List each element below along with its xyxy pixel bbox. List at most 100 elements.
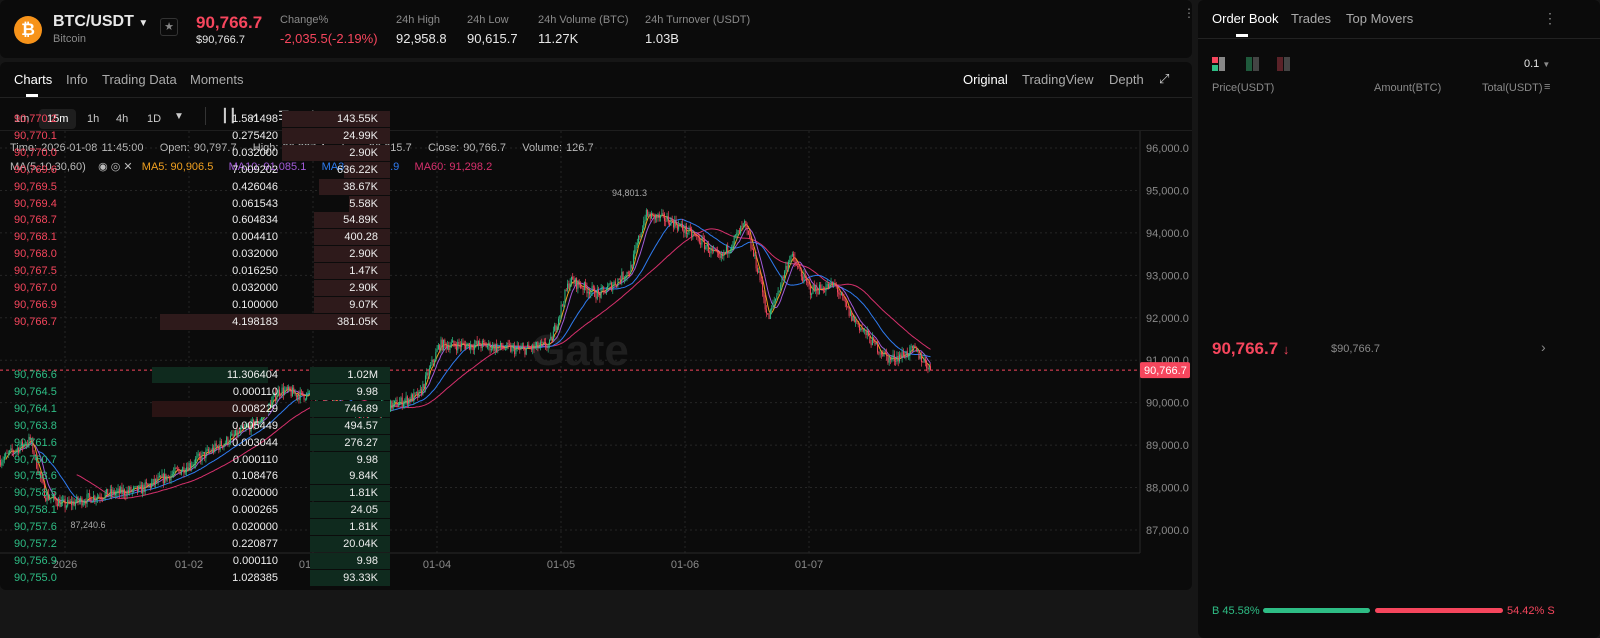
ask-row[interactable]: 90,770.2 1.581498 143.55K <box>12 111 390 127</box>
candle <box>919 356 921 359</box>
candle <box>610 282 612 291</box>
bid-row[interactable]: 90,757.2 0.220877 20.04K <box>12 536 390 552</box>
stat-value: 11.27K <box>538 31 579 46</box>
candle <box>443 339 445 351</box>
bid-row[interactable]: 90,755.0 1.028385 93.33K <box>12 569 390 586</box>
candle <box>410 394 412 402</box>
view-depth[interactable]: Depth <box>1109 72 1144 87</box>
candle <box>523 346 525 348</box>
tab-moments[interactable]: Moments <box>190 72 243 87</box>
candle <box>830 281 832 284</box>
col-amount: Amount(BTC) <box>1374 82 1442 94</box>
bid-row[interactable]: 90,761.6 0.003044 276.27 <box>12 434 390 451</box>
last-price-usd: $90,766.7 <box>196 34 245 46</box>
candle <box>474 344 476 350</box>
buy-ratio-fill <box>1263 608 1370 613</box>
candle <box>448 345 450 351</box>
total: 276.27 <box>344 436 378 449</box>
ask-row[interactable]: 90,767.0 0.032000 2.90K <box>12 280 390 296</box>
candle <box>789 260 791 262</box>
candle <box>582 287 584 291</box>
bids-view-icon[interactable] <box>1246 57 1260 71</box>
price: 90,770.2 <box>14 113 57 125</box>
candle <box>583 282 585 291</box>
bid-row[interactable]: 90,758.5 0.020000 1.81K <box>12 485 390 502</box>
asks-view-icon[interactable] <box>1277 57 1291 71</box>
bid-row[interactable]: 90,763.8 0.005449 494.57 <box>12 417 390 434</box>
candle <box>419 389 421 391</box>
bid-row[interactable]: 90,764.5 0.000110 9.98 <box>12 383 390 400</box>
buy-ratio: B 45.58% <box>1212 605 1260 617</box>
ask-row[interactable]: 90,769.5 0.426046 38.67K <box>12 178 390 195</box>
stat-value: 1.03B <box>645 31 679 46</box>
stat-value: 92,958.8 <box>396 31 447 46</box>
drag-handle-icon[interactable]: ⋮ <box>1183 6 1195 20</box>
more-icon[interactable]: ⋮ <box>1543 10 1557 27</box>
ask-row[interactable]: 90,768.1 0.004410 400.28 <box>12 229 390 246</box>
sort-toggle-icon[interactable]: ≡ <box>1544 81 1550 93</box>
tab-top-movers[interactable]: Top Movers <box>1346 11 1413 26</box>
candle <box>625 276 627 278</box>
ask-row[interactable]: 90,768.0 0.032000 2.90K <box>12 246 390 263</box>
tab-order-book[interactable]: Order Book <box>1212 11 1278 26</box>
candle <box>497 346 499 351</box>
candle <box>753 249 755 257</box>
chevron-right-icon[interactable]: › <box>1541 339 1546 355</box>
bid-row[interactable]: 90,766.6 11.306404 1.02M <box>12 367 390 383</box>
candle <box>627 272 629 274</box>
candle <box>537 342 539 349</box>
tab-trades[interactable]: Trades <box>1291 11 1331 26</box>
candle <box>911 346 913 349</box>
ask-row[interactable]: 90,770.0 0.032000 2.90K <box>12 144 390 161</box>
ask-row[interactable]: 90,769.4 0.061543 5.58K <box>12 195 390 212</box>
favorite-star-icon[interactable]: ★ <box>160 18 178 36</box>
ask-row[interactable]: 90,766.7 4.198183 381.05K <box>12 313 390 330</box>
tab-charts[interactable]: Charts <box>14 72 52 87</box>
candle <box>715 250 717 252</box>
candle <box>458 341 460 345</box>
ask-row[interactable]: 90,767.5 0.016250 1.47K <box>12 263 390 280</box>
candle <box>772 302 774 309</box>
candle <box>623 277 625 280</box>
bid-row[interactable]: 90,756.9 0.000110 9.98 <box>12 552 390 569</box>
ask-row[interactable]: 90,770.1 0.275420 24.99K <box>12 127 390 144</box>
bid-row[interactable]: 90,758.6 0.108476 9.84K <box>12 468 390 485</box>
candle <box>435 351 437 361</box>
tab-info[interactable]: Info <box>66 72 88 87</box>
both-sides-view-icon[interactable] <box>1212 57 1226 71</box>
candle <box>689 227 691 230</box>
candle <box>866 330 868 336</box>
candle <box>471 344 473 349</box>
fullscreen-icon[interactable]: ⤢ <box>1159 71 1169 87</box>
candle <box>475 341 477 345</box>
symbol-selector[interactable]: BTC/USDT ▼ <box>53 13 148 31</box>
candle <box>466 344 468 349</box>
bid-row[interactable]: 90,764.1 0.008229 746.89 <box>12 400 390 417</box>
candle <box>631 265 633 268</box>
bid-row[interactable]: 90,757.6 0.020000 1.81K <box>12 519 390 536</box>
candle <box>621 272 623 282</box>
candle <box>728 251 730 254</box>
depth-bar <box>310 383 390 400</box>
candle <box>848 307 850 316</box>
tab-trading-data[interactable]: Trading Data <box>102 72 177 87</box>
precision-select[interactable]: 0.1 ▼ <box>1524 58 1550 70</box>
candle <box>895 361 897 362</box>
ask-row[interactable]: 90,768.7 0.604834 54.89K <box>12 212 390 229</box>
candle <box>829 283 831 289</box>
candle <box>760 280 762 281</box>
ask-row[interactable]: 90,769.6 7.009202 636.22K <box>12 161 390 178</box>
bid-row[interactable]: 90,760.7 0.000110 9.98 <box>12 451 390 468</box>
view-original[interactable]: Original <box>963 72 1008 87</box>
ask-row[interactable]: 90,766.9 0.100000 9.07K <box>12 296 390 313</box>
candle <box>401 397 403 407</box>
amount: 0.100000 <box>232 298 278 311</box>
candle <box>446 345 448 349</box>
bid-row[interactable]: 90,758.1 0.000265 24.05 <box>12 502 390 519</box>
candle <box>543 341 545 343</box>
candle <box>598 289 600 293</box>
view-tradingview[interactable]: TradingView <box>1022 72 1094 87</box>
candle <box>541 342 543 344</box>
extreme-price-label: 94,801.3 <box>612 188 647 198</box>
candle <box>765 309 767 314</box>
